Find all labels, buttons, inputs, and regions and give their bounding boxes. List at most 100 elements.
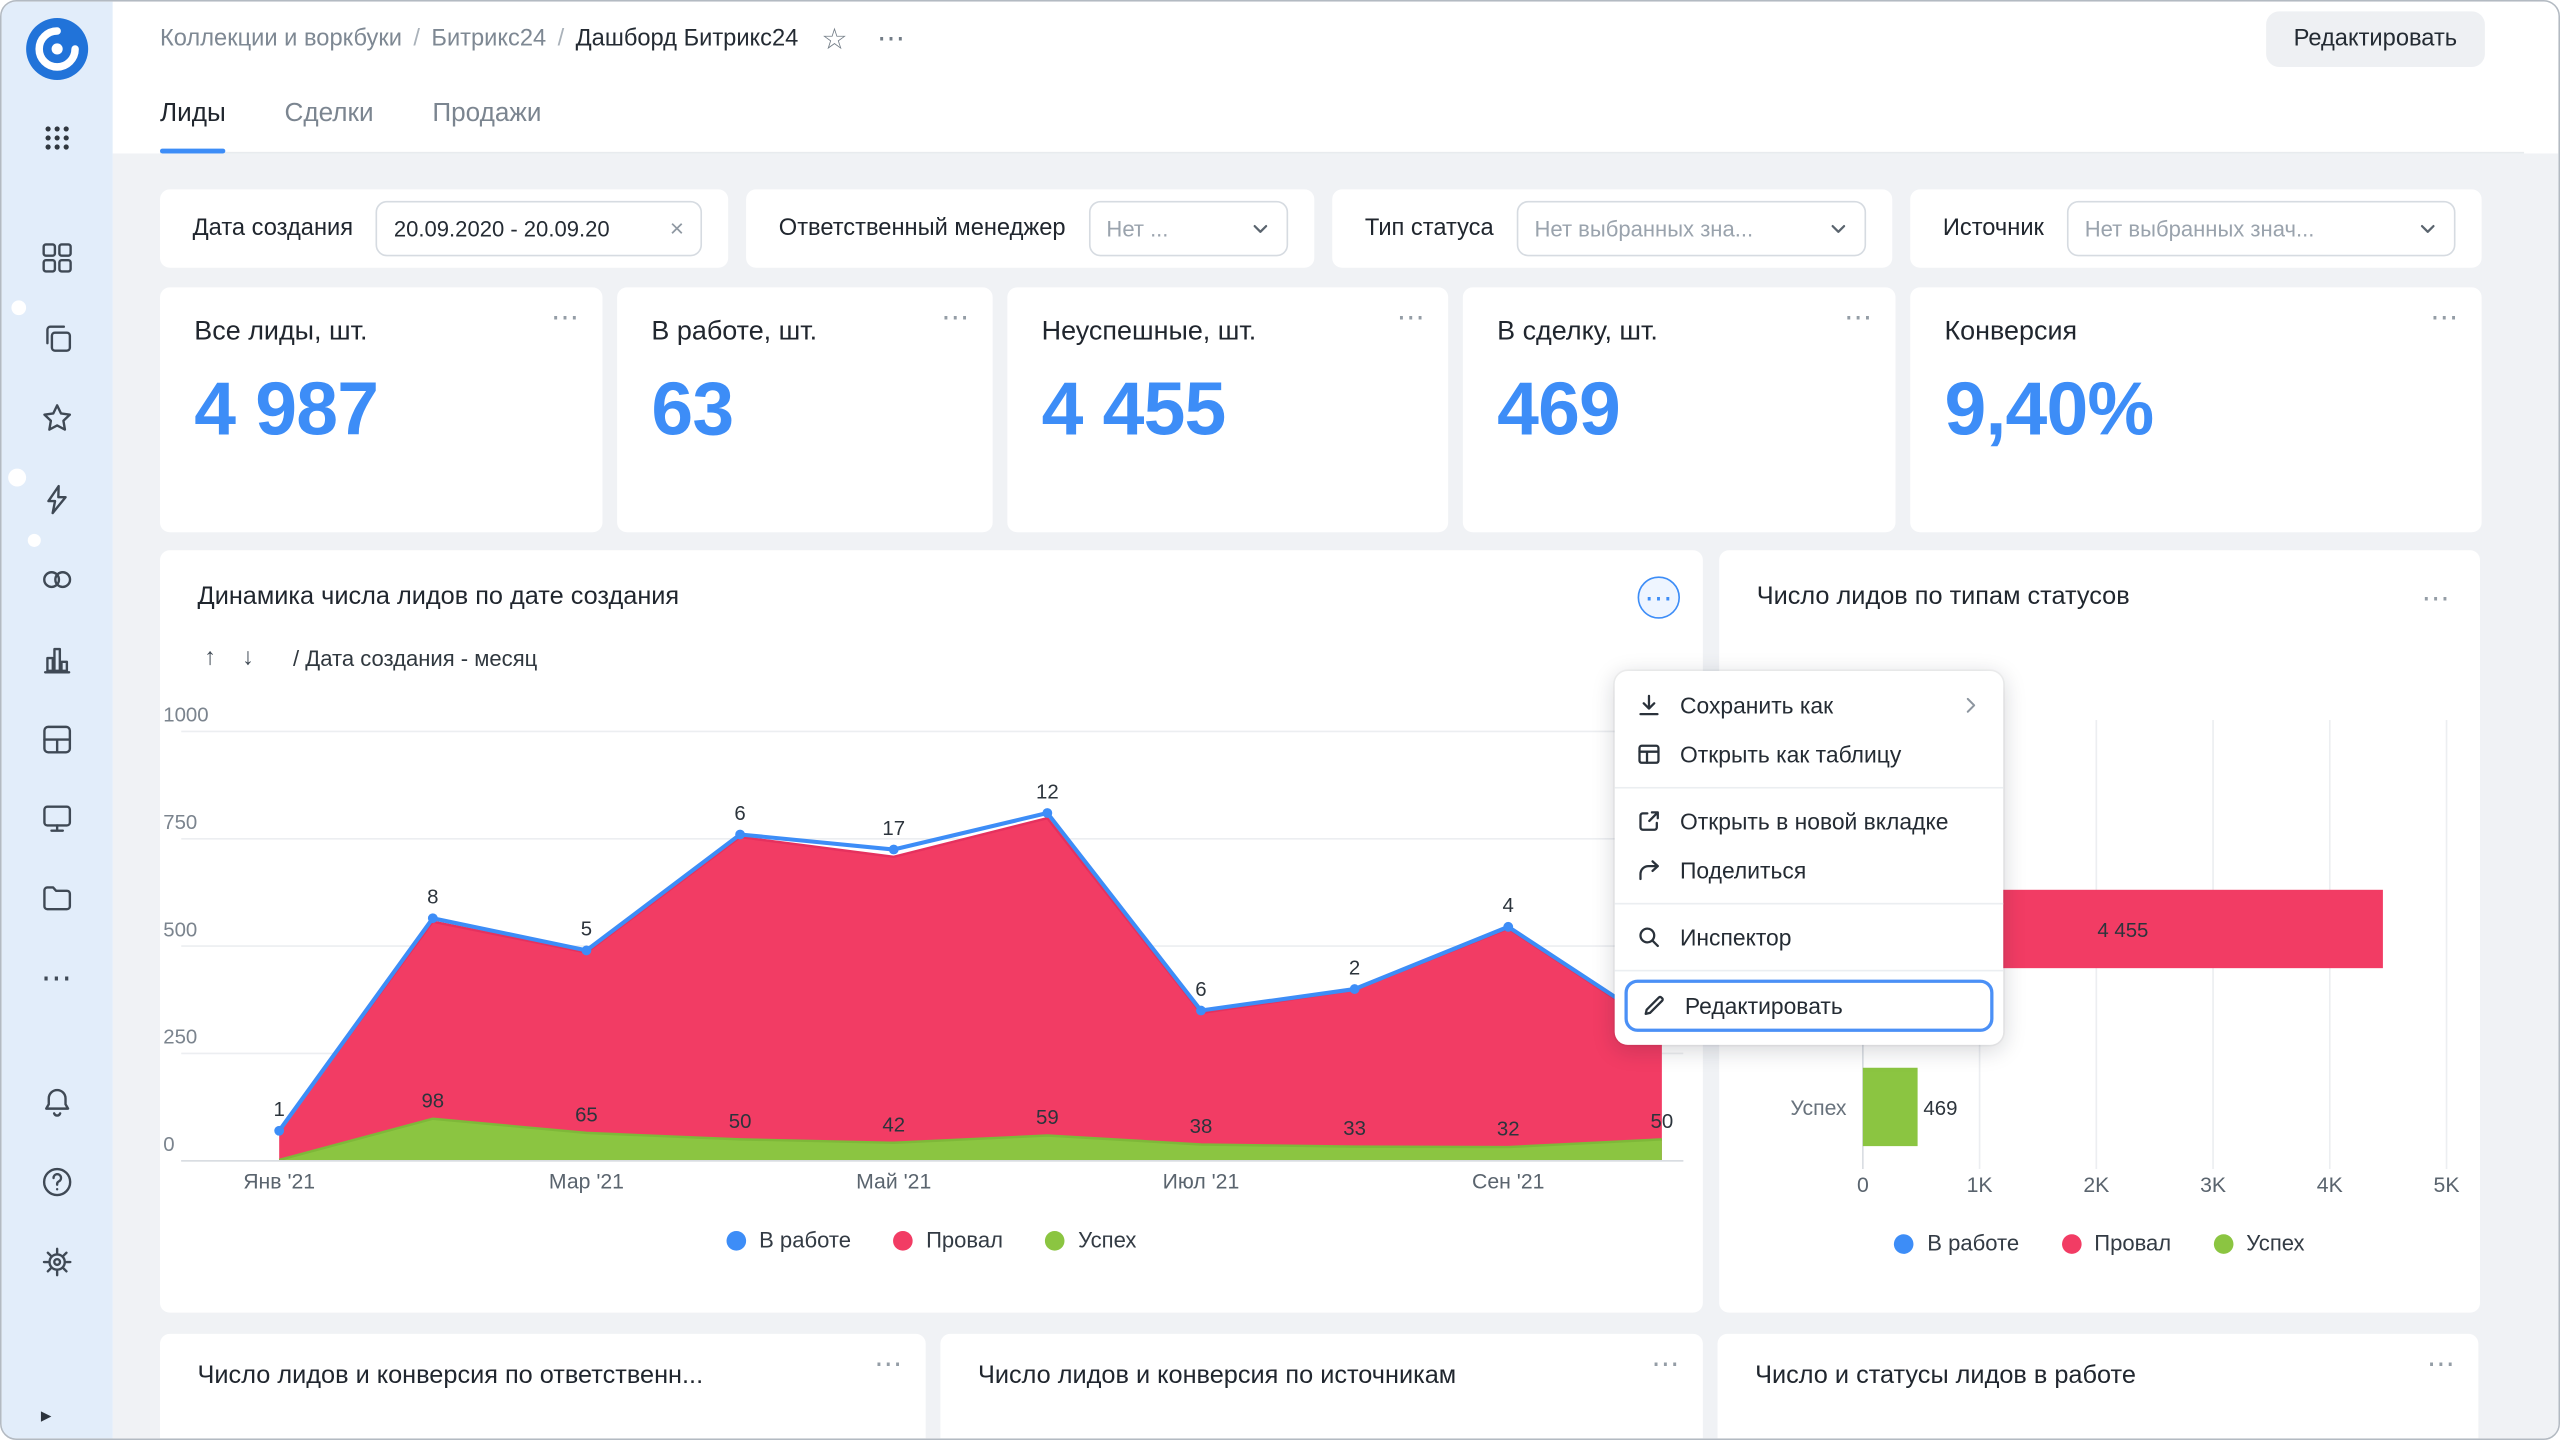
svg-text:Июл '21: Июл '21: [1163, 1171, 1240, 1194]
more-icon[interactable]: ⋯: [2427, 1350, 2456, 1378]
sidebar-expand-icon[interactable]: ▸: [41, 1402, 52, 1428]
chart-more-icon[interactable]: ⋯: [2415, 576, 2457, 618]
more-icon[interactable]: ⋯: [1844, 304, 1873, 332]
settings-gear-icon[interactable]: [39, 1244, 75, 1280]
legend-item[interactable]: Провал: [2062, 1231, 2172, 1255]
menu-item-share[interactable]: Поделиться: [1615, 846, 2004, 895]
chevron-down-icon: [1829, 219, 1849, 239]
sidebar-item-dashboards-icon[interactable]: [39, 722, 75, 758]
chart-title: Число лидов и конверсия по ответственн..…: [198, 1362, 903, 1391]
chart-more-icon[interactable]: ⋯: [1638, 576, 1680, 618]
chart-title: Число и статусы лидов в работе: [1755, 1362, 2455, 1391]
sidebar-item-workbooks[interactable]: [39, 320, 75, 356]
breadcrumb-collections[interactable]: Коллекции и воркбуки: [160, 26, 402, 52]
date-range-input[interactable]: 20.09.2020 - 20.09.20 ×: [376, 201, 702, 257]
legend-item[interactable]: Успех: [2214, 1231, 2305, 1255]
drill-breadcrumb[interactable]: / Дата создания - месяц: [293, 646, 537, 670]
header-more-icon[interactable]: ⋯: [877, 23, 906, 56]
legend-item[interactable]: Успех: [1045, 1228, 1136, 1252]
menu-item-save-as[interactable]: Сохранить как: [1615, 681, 2004, 730]
svg-text:42: 42: [882, 1114, 905, 1136]
submenu-chevron-icon: [1959, 694, 1982, 717]
more-icon[interactable]: ⋯: [1397, 304, 1426, 332]
svg-text:Мар '21: Мар '21: [549, 1171, 624, 1194]
filter-source: Источник Нет выбранных знач...: [1910, 189, 2481, 267]
sidebar-item-datasets-icon[interactable]: [39, 562, 75, 598]
svg-text:1000: 1000: [163, 705, 208, 727]
tab-leads[interactable]: Лиды: [160, 100, 226, 152]
more-icon[interactable]: ⋯: [1651, 1350, 1680, 1378]
edit-button[interactable]: Редактировать: [2266, 11, 2485, 67]
menu-item-edit[interactable]: Редактировать: [1624, 980, 1993, 1032]
legend-label: Провал: [2094, 1231, 2171, 1255]
kpi-in-progress: ⋯ В работе, шт. 63: [617, 287, 993, 532]
legend-dot: [1045, 1230, 1065, 1250]
legend-label: Провал: [926, 1228, 1003, 1252]
table-icon: [1636, 741, 1662, 767]
menu-item-open-as-table[interactable]: Открыть как таблицу: [1615, 730, 2004, 779]
legend-dot: [1895, 1233, 1915, 1253]
datalens-logo[interactable]: [24, 16, 89, 88]
status-type-select[interactable]: Нет выбранных зна...: [1517, 201, 1867, 257]
favorite-star-icon[interactable]: ☆: [821, 22, 847, 56]
svg-text:1K: 1K: [1967, 1174, 1993, 1197]
menu-item-inspector[interactable]: Инспектор: [1615, 913, 2004, 962]
more-icon[interactable]: ⋯: [941, 304, 970, 332]
main-area: Коллекции и воркбуки / Битрикс24 / Дашбо…: [113, 2, 2559, 1439]
stacked-area-chart[interactable]: 02505007501000Янв '21Мар '21Май '21Июл '…: [160, 700, 1703, 1206]
kpi-unsuccessful: ⋯ Неуспешные, шт. 4 455: [1007, 287, 1448, 532]
kpi-value: 9,40%: [1944, 364, 2458, 452]
sidebar-item-collections[interactable]: [39, 240, 75, 276]
drill-up-icon[interactable]: ↑: [204, 645, 216, 671]
legend-item[interactable]: Провал: [893, 1228, 1003, 1252]
more-icon[interactable]: ⋯: [551, 304, 580, 332]
kpi-value: 4 987: [194, 364, 579, 452]
kpi-label: Неуспешные, шт.: [1042, 317, 1426, 348]
svg-text:2K: 2K: [2083, 1174, 2109, 1197]
svg-text:50: 50: [1651, 1111, 1674, 1133]
sidebar-item-charts-icon[interactable]: [39, 642, 75, 678]
more-icon[interactable]: ⋯: [2430, 304, 2459, 332]
breadcrumb-separator: /: [413, 26, 420, 52]
manager-select[interactable]: Нет ...: [1088, 201, 1288, 257]
sidebar-item-editor-monitor-icon[interactable]: [39, 800, 75, 836]
drill-down-icon[interactable]: ↓: [242, 645, 254, 671]
svg-text:4 455: 4 455: [2097, 920, 2148, 942]
help-icon[interactable]: [39, 1164, 75, 1200]
download-icon: [1636, 692, 1662, 718]
sidebar-item-connections-lightning-icon[interactable]: [39, 482, 75, 518]
select-placeholder: Нет выбранных знач...: [2085, 216, 2408, 240]
chevron-down-icon: [2418, 219, 2438, 239]
svg-text:6: 6: [1195, 979, 1206, 1001]
filter-date-created: Дата создания 20.09.2020 - 20.09.20 ×: [160, 189, 728, 267]
notifications-bell-icon[interactable]: [39, 1084, 75, 1120]
sidebar-item-navigation-folder-icon[interactable]: [39, 880, 75, 916]
menu-item-open-new-tab[interactable]: Открыть в новой вкладке: [1615, 797, 2004, 846]
clear-icon[interactable]: ×: [670, 215, 684, 243]
apps-grid-icon[interactable]: [42, 122, 73, 160]
legend-item[interactable]: В работе: [1895, 1231, 2020, 1255]
dashboard-content: Дата создания 20.09.2020 - 20.09.20 × От…: [113, 153, 2559, 1438]
tab-sales[interactable]: Продажи: [432, 100, 541, 152]
sidebar-more-icon[interactable]: ⋯: [41, 963, 74, 994]
menu-item-label: Открыть в новой вкладке: [1680, 808, 1948, 834]
source-select[interactable]: Нет выбранных знач...: [2067, 201, 2456, 257]
breadcrumb-workbook[interactable]: Битрикс24: [431, 26, 546, 52]
kpi-to-deal: ⋯ В сделку, шт. 469: [1463, 287, 1896, 532]
menu-item-label: Редактировать: [1685, 993, 1843, 1019]
more-icon[interactable]: ⋯: [874, 1350, 903, 1378]
filter-status-type: Тип статуса Нет выбранных зна...: [1332, 189, 1892, 267]
legend-label: Успех: [1078, 1228, 1136, 1252]
legend-item[interactable]: В работе: [726, 1228, 851, 1252]
header: Коллекции и воркбуки / Битрикс24 / Дашбо…: [113, 2, 2559, 77]
svg-text:3K: 3K: [2200, 1174, 2226, 1197]
svg-text:38: 38: [1190, 1116, 1213, 1138]
tab-deals[interactable]: Сделки: [285, 100, 374, 152]
legend-dot: [2062, 1233, 2082, 1253]
svg-text:33: 33: [1343, 1118, 1366, 1140]
svg-text:750: 750: [163, 812, 197, 834]
sidebar-item-favorites-star-icon[interactable]: [39, 400, 75, 436]
datalens-dashboard-window: ⋯ ▸ Коллекции и воркбуки /: [0, 0, 2560, 1440]
chart-title: Число лидов по типам статусов: [1757, 583, 2130, 612]
kpi-value: 63: [651, 364, 969, 452]
